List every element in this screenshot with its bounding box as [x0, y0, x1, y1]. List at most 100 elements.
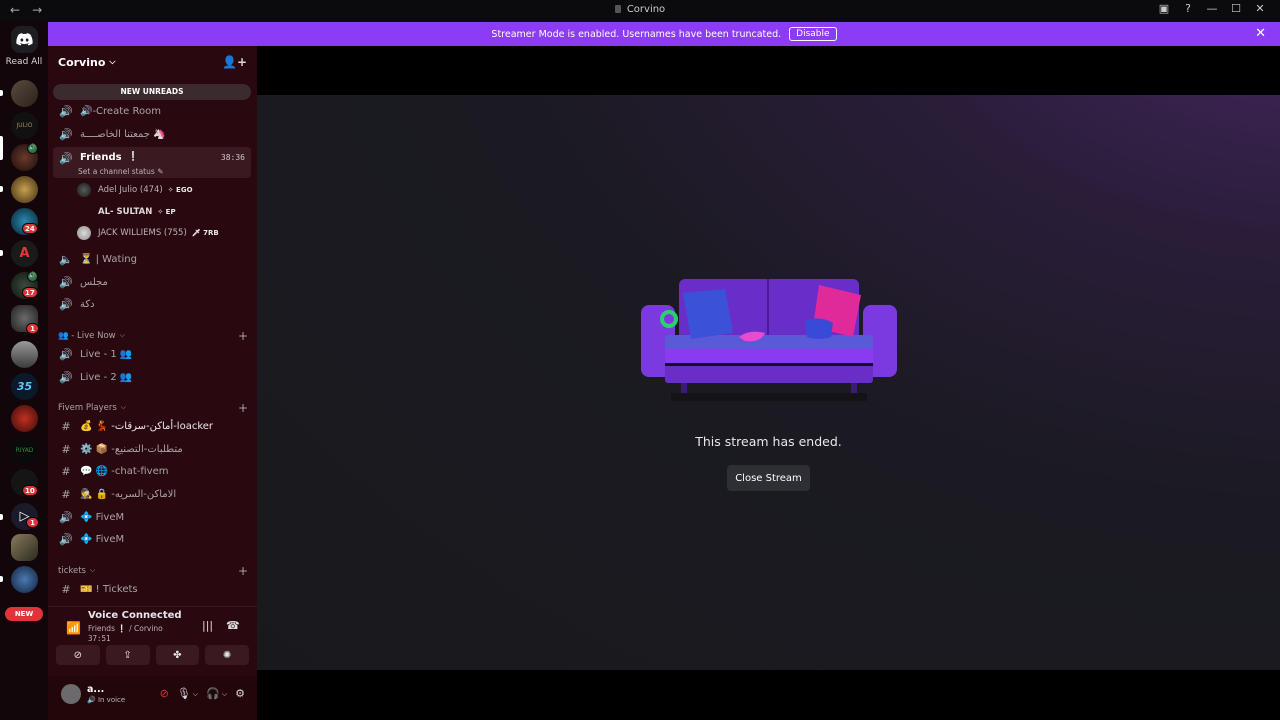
voice-user[interactable]: AL- SULTAN ✧ EP	[77, 203, 176, 221]
stream-ended-message: This stream has ended.	[695, 434, 842, 449]
channel-label: 💠 FiveM	[80, 512, 125, 523]
user-panel: a... 🔊 In voice ⊘ 🎙 ⌵ 🎧 ⌵ ⚙	[48, 676, 257, 720]
channel-label: جمعتنا الخاصــــة 🦄	[80, 129, 166, 140]
channel-majlis[interactable]: 🔊 مجلس	[53, 272, 251, 293]
channel-label: 🎫 ! Tickets	[80, 584, 138, 595]
mention-badge: 24	[22, 223, 38, 234]
avatar	[77, 226, 91, 240]
server-icon-15[interactable]	[11, 534, 38, 561]
voice-user[interactable]: JACK WILLIEMS (755) 🗡 7RB	[77, 224, 219, 242]
username[interactable]: a...	[87, 684, 104, 695]
server-icon-julio[interactable]: JULIO	[11, 112, 38, 139]
channel-friends[interactable]: 🔊 Friends ❕ 38:36 Set a channel status ✎	[53, 147, 251, 178]
server-icon-9[interactable]	[11, 341, 38, 368]
mention-badge: 10	[22, 485, 38, 496]
add-channel-icon[interactable]: +	[238, 401, 248, 415]
server-header[interactable]: Corvino ⌵ 👤+	[48, 46, 257, 78]
server-icon-16[interactable]	[11, 566, 38, 593]
headphones-icon[interactable]: 🎧	[206, 687, 220, 700]
server-icon-35[interactable]: 35	[11, 373, 38, 400]
server-icon-4[interactable]	[11, 176, 38, 203]
soundboard-button[interactable]: ✺	[205, 645, 249, 665]
channel-create-room[interactable]: 🔊 🔊-Create Room	[53, 101, 251, 122]
settings-gear-icon[interactable]: ⚙	[235, 687, 245, 700]
unread-pill	[0, 514, 3, 520]
inbox-icon[interactable]: ▣	[1152, 2, 1176, 15]
close-window-icon[interactable]: ✕	[1248, 2, 1272, 15]
activities-button[interactable]: ✤	[155, 645, 200, 665]
add-channel-icon[interactable]: +	[238, 564, 248, 578]
category-live-now[interactable]: 👥 - Live Now ⌵ +	[58, 329, 248, 343]
avatar[interactable]	[61, 684, 81, 704]
voice-user[interactable]: Adel Julio (474) ✧ EGO	[77, 181, 193, 199]
new-unreads-pill[interactable]: NEW	[5, 607, 43, 621]
user-tag: ✧ EP	[157, 208, 176, 216]
pencil-icon: ✎	[157, 167, 164, 176]
add-channel-icon[interactable]: +	[238, 329, 248, 343]
server-icon-1[interactable]	[11, 80, 38, 107]
voice-channel-path[interactable]: Friends ❕ / Corvino	[88, 624, 163, 633]
screen-share-button[interactable]: ⇪	[105, 645, 150, 665]
maximize-icon[interactable]: ☐	[1224, 2, 1248, 15]
invite-people-icon[interactable]: 👤+	[222, 55, 247, 69]
banner-close-icon[interactable]: ✕	[1255, 26, 1266, 41]
channel-live-1[interactable]: 🔊 Live - 1 👥	[53, 344, 251, 365]
disable-button[interactable]: Disable	[789, 27, 837, 41]
channel-live-2[interactable]: 🔊 Live - 2 👥	[53, 367, 251, 388]
chevron-down-icon: ⌵	[89, 566, 96, 574]
channel-label: Live - 2 👥	[80, 372, 133, 383]
channel-label: Friends	[80, 152, 122, 163]
channel-label: 💠 FiveM	[80, 534, 125, 545]
chevron-down-icon[interactable]: ⌵	[222, 690, 227, 700]
title-bar: ← → Corvino ▣ ? — ☐ ✕	[0, 0, 1280, 21]
channel-text-4[interactable]: # 🕵️ 🔒 -الاماكن-السريه	[53, 484, 251, 505]
read-all-button[interactable]: Read All	[0, 57, 48, 67]
voice-channel-icon: 🔊	[59, 298, 73, 311]
voice-channel-icon: 🔊	[59, 511, 73, 524]
stream-stage: This stream has ended. Close Stream	[257, 46, 1280, 720]
user-tag-text: EGO	[176, 186, 193, 194]
voice-channel-icon: 🔊	[59, 128, 73, 141]
channel-wating[interactable]: 🔈 ⏳ | Wating	[53, 249, 251, 270]
voice-channel-icon: 🔊	[59, 276, 73, 289]
avatar	[77, 183, 91, 197]
channel-arabic-private[interactable]: 🔊 جمعتنا الخاصــــة 🦄	[53, 124, 251, 145]
text-channel-icon: #	[61, 488, 71, 501]
user-status-text: In voice	[97, 696, 126, 704]
stream-off-icon[interactable]: ⊘	[160, 687, 169, 700]
channel-text-1[interactable]: # 💰 💃 -أماكن-سرقات-loacker	[53, 416, 251, 437]
channel-tickets[interactable]: # 🎫 ! Tickets	[53, 579, 251, 600]
channel-chat-fivem[interactable]: # 💬 🌐 -chat-fivem	[53, 461, 251, 482]
category-fivem-players[interactable]: Fivem Players ⌵ +	[58, 401, 248, 415]
server-name: Corvino	[58, 55, 106, 69]
microphone-icon[interactable]: 🎙	[177, 687, 191, 700]
server-icon-riyad[interactable]: RIYAD	[11, 437, 38, 464]
channel-fivem-2[interactable]: 🔊 💠 FiveM	[53, 529, 251, 550]
unread-pill	[0, 576, 3, 582]
connection-signal-icon[interactable]: 📶	[66, 621, 81, 635]
minimize-icon[interactable]: —	[1200, 2, 1224, 15]
disconnect-icon[interactable]: ☎	[226, 619, 240, 632]
chevron-down-icon[interactable]: ⌵	[193, 690, 198, 700]
voice-status-title[interactable]: Voice Connected	[88, 610, 182, 621]
new-unreads-bar[interactable]: NEW UNREADS	[53, 84, 251, 100]
help-icon[interactable]: ?	[1176, 2, 1200, 15]
server-icon	[614, 5, 621, 13]
noise-suppression-icon[interactable]: |||	[202, 619, 213, 632]
mention-badge: 1	[26, 517, 39, 528]
channel-status[interactable]: Set a channel status ✎	[78, 167, 163, 176]
category-tickets[interactable]: tickets ⌵ +	[58, 564, 248, 578]
channel-text-2[interactable]: # ⚙️ 📦 -متطلبات-التصنيع	[53, 439, 251, 460]
window-title-text: Corvino	[626, 4, 666, 15]
discord-home-icon[interactable]	[11, 26, 38, 53]
server-icon-11[interactable]	[11, 405, 38, 432]
voice-activity-icon: 🔊	[27, 143, 38, 154]
channel-dakka[interactable]: 🔊 دكة	[53, 294, 251, 315]
close-stream-button[interactable]: Close Stream	[727, 465, 810, 491]
window-controls: ▣ ? — ☐ ✕	[1152, 2, 1272, 15]
soundboard-icon: ✺	[222, 649, 232, 661]
voice-user-name: Adel Julio (474)	[98, 185, 163, 195]
server-icon-a[interactable]: A	[11, 240, 38, 267]
camera-off-button[interactable]: ⊘	[56, 645, 100, 665]
channel-fivem-1[interactable]: 🔊 💠 FiveM	[53, 507, 251, 528]
